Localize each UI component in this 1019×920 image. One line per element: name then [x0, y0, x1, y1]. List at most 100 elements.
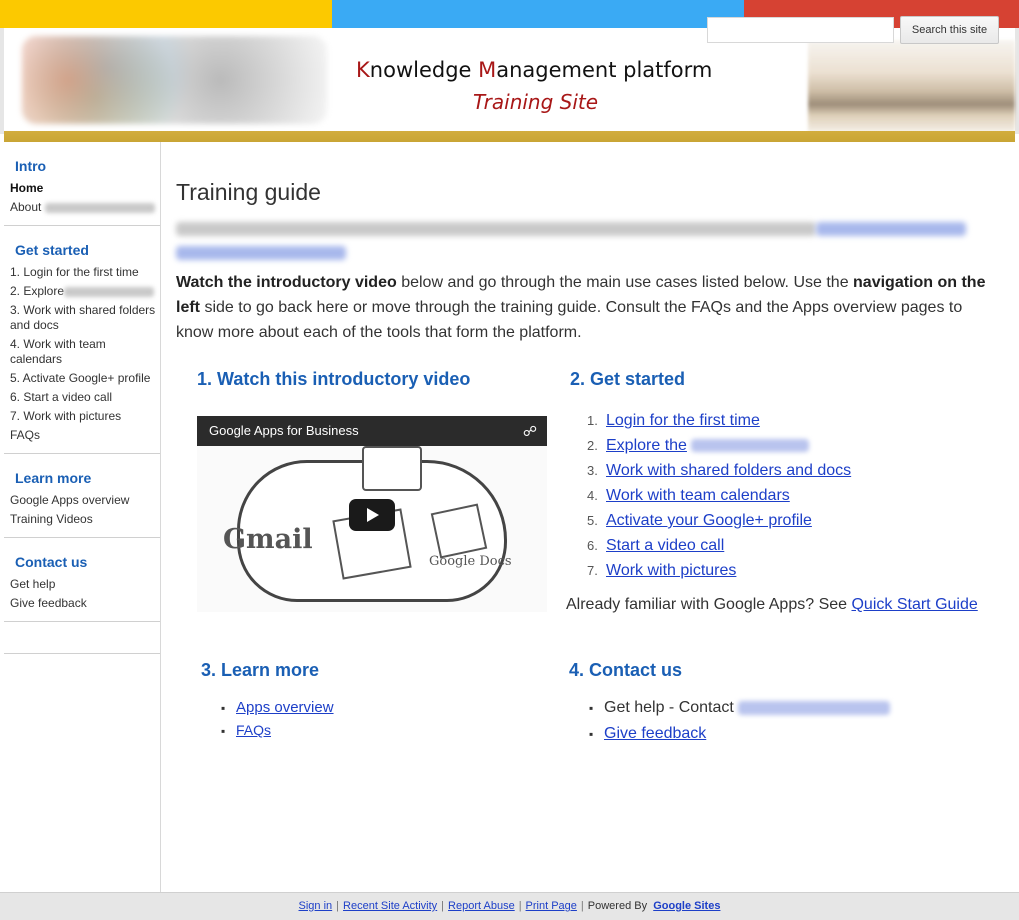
get-started-list: 1. Login for the first time 2. Explore the…	[587, 408, 851, 583]
video-title-bar: Google Apps for Business ☍	[197, 416, 547, 446]
shared-folders-link[interactable]: Work with shared folders and docs	[606, 462, 851, 479]
sidebar-item-video-call[interactable]: 6. Start a video call	[10, 388, 160, 407]
sidebar-item-explore[interactable]: 2. Explore	[10, 282, 160, 301]
search-button[interactable]: Search this site	[900, 16, 999, 44]
video-call-link[interactable]: Start a video call	[606, 537, 724, 554]
intro-text: below and go through the main use cases …	[396, 274, 854, 291]
sidebar-item-google-plus[interactable]: 5. Activate Google+ profile	[10, 369, 160, 388]
redacted-link[interactable]	[690, 439, 809, 453]
footer-separator: |	[336, 900, 340, 912]
redacted-contact-link[interactable]	[737, 700, 890, 715]
redacted-link[interactable]	[816, 222, 966, 236]
site-footer: Sign in | Recent Site Activity | Report Abus…	[0, 892, 1019, 920]
sidebar-item-shared-folders[interactable]: 3. Work with shared folders and docs	[10, 301, 160, 335]
login-link[interactable]: Login for the first time	[606, 412, 760, 429]
sidebar-item-label: 2. Explore	[10, 284, 65, 298]
sidebar-item-label: Training Videos	[10, 512, 93, 526]
redacted-link[interactable]	[176, 246, 346, 260]
sidebar-item-faqs[interactable]: FAQs	[10, 426, 160, 445]
share-icon[interactable]: ☍	[523, 423, 537, 440]
header-stripe-yellow	[0, 0, 332, 28]
give-feedback-link[interactable]: Give feedback	[604, 725, 706, 742]
sign-in-link[interactable]: Sign in	[299, 900, 333, 912]
sidebar-item-label: About	[10, 200, 42, 214]
google-sites-link[interactable]: Google Sites	[653, 900, 720, 912]
list-item: ▪ Get help - Contact	[589, 695, 890, 721]
list-item: 1. Login for the first time	[587, 408, 851, 433]
video-title[interactable]: Google Apps for Business	[209, 423, 359, 438]
sidebar-section-contact-us: Contact us Get help Give feedback	[4, 538, 160, 622]
faqs-link[interactable]: FAQs	[236, 722, 271, 738]
sidebar-item-label: 1. Login for the first time	[10, 265, 139, 279]
intro-text: side to go back here or move through the…	[176, 299, 963, 341]
list-number: 6.	[587, 538, 598, 553]
sidebar-item-training-videos[interactable]: Training Videos	[10, 510, 160, 529]
recent-site-activity-link[interactable]: Recent Site Activity	[343, 900, 437, 912]
report-abuse-link[interactable]: Report Abuse	[448, 900, 515, 912]
sidebar-item-apps-overview[interactable]: Google Apps overview	[10, 491, 160, 510]
sidebar-item-label: Give feedback	[10, 596, 87, 610]
sidebar-empty-section	[4, 622, 160, 654]
list-item: 6. Start a video call	[587, 533, 851, 558]
apps-overview-link[interactable]: Apps overview	[236, 699, 334, 716]
sidebar-section-get-started: Get started 1. Login for the first time …	[4, 226, 160, 454]
list-number: 4.	[587, 488, 598, 503]
section-heading-learn-more: 3. Learn more	[201, 660, 320, 680]
sidebar-item-login[interactable]: 1. Login for the first time	[10, 263, 160, 282]
sidebar-item-label: 3. Work with shared folders and docs	[10, 303, 156, 332]
calendar-illustration	[362, 446, 422, 491]
list-item: 5. Activate your Google+ profile	[587, 508, 851, 533]
list-item: 3. Work with shared folders and docs	[587, 458, 851, 483]
sidebar-item-label: 6. Start a video call	[10, 390, 113, 404]
list-item: ▪ Give feedback	[589, 721, 890, 747]
list-item: ▪ Apps overview	[221, 697, 334, 719]
quick-start-link[interactable]: Quick Start Guide	[851, 596, 977, 613]
bullet-icon: ▪	[589, 701, 594, 715]
video-player[interactable]: Gmail Google Docs Google Apps for Busine…	[197, 416, 547, 612]
print-page-link[interactable]: Print Page	[526, 900, 577, 912]
redacted-text	[64, 286, 155, 297]
google-docs-logo: Google Docs	[429, 554, 512, 569]
sidebar: Intro Home About Get started 1. Login fo…	[4, 142, 161, 892]
title-letter-k: K	[356, 58, 370, 82]
explore-link[interactable]: Explore the	[606, 437, 687, 454]
sidebar-item-label: Google Apps overview	[10, 493, 130, 507]
sidebar-item-home[interactable]: Home	[10, 179, 160, 198]
learn-more-list: ▪ Apps overview ▪ FAQs	[221, 697, 334, 742]
sidebar-item-label: 5. Activate Google+ profile	[10, 371, 151, 385]
list-item: 2. Explore the	[587, 433, 851, 458]
sidebar-heading-intro[interactable]: Intro	[10, 142, 160, 179]
redacted-text	[44, 202, 155, 213]
section-heading-get-started: 2. Get started	[570, 369, 686, 389]
list-number: 2.	[587, 438, 598, 453]
bullet-icon: ▪	[589, 727, 594, 741]
sidebar-heading-contact-us[interactable]: Contact us	[10, 538, 160, 575]
sidebar-item-pictures[interactable]: 7. Work with pictures	[10, 407, 160, 426]
search-input[interactable]	[707, 17, 894, 43]
section-heading-contact-us: 4. Contact us	[569, 660, 683, 680]
sidebar-item-team-calendars[interactable]: 4. Work with team calendars	[10, 335, 160, 369]
bullet-icon: ▪	[221, 701, 226, 715]
main-content: Training guide Watch the introductory vi…	[162, 142, 1015, 892]
sidebar-item-about[interactable]: About	[10, 198, 160, 217]
list-number: 5.	[587, 513, 598, 528]
sidebar-heading-get-started[interactable]: Get started	[10, 226, 160, 263]
sidebar-item-give-feedback[interactable]: Give feedback	[10, 594, 160, 613]
list-item: 4. Work with team calendars	[587, 483, 851, 508]
list-number: 1.	[587, 413, 598, 428]
sidebar-item-label: 4. Work with team calendars	[10, 337, 106, 366]
google-plus-link[interactable]: Activate your Google+ profile	[606, 512, 812, 529]
pictures-link[interactable]: Work with pictures	[606, 562, 736, 579]
sidebar-section-learn-more: Learn more Google Apps overview Training…	[4, 454, 160, 538]
site-title[interactable]: Knowledge Management platform	[356, 58, 726, 82]
redacted-intro-text	[176, 218, 966, 264]
sidebar-heading-learn-more[interactable]: Learn more	[10, 454, 160, 491]
list-item: ▪ FAQs	[221, 719, 334, 742]
intro-bold-video: Watch the introductory video	[176, 274, 397, 291]
list-number: 7.	[587, 563, 598, 578]
play-button[interactable]	[349, 499, 395, 531]
team-calendars-link[interactable]: Work with team calendars	[606, 487, 790, 504]
sidebar-item-get-help[interactable]: Get help	[10, 575, 160, 594]
header-gold-bar	[4, 131, 1015, 142]
section-heading-watch-video: 1. Watch this introductory video	[197, 369, 471, 389]
